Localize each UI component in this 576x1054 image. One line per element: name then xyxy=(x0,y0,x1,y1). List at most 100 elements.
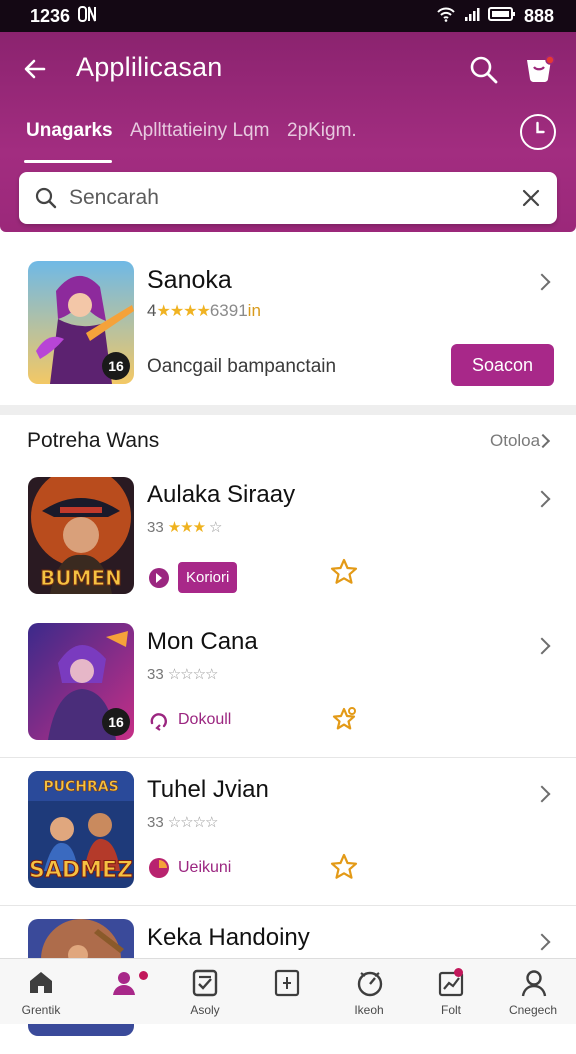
rating-stars-filled: ★★★ xyxy=(167,519,206,536)
page-title: Applilicasan xyxy=(76,52,223,82)
nav-item-home[interactable]: Grentik xyxy=(0,959,82,1025)
thumbnail-text: BUMEN xyxy=(40,566,122,590)
notification-dot xyxy=(139,971,148,980)
age-rating-badge: 16 xyxy=(102,352,130,380)
nav-label: Folt xyxy=(440,1003,461,1017)
chevron-right-icon[interactable] xyxy=(533,490,551,508)
game-action[interactable]: Ueikuni xyxy=(148,857,231,879)
history-button[interactable] xyxy=(520,114,556,150)
tab-unagarks[interactable]: Unagarks xyxy=(26,120,113,142)
category-tabs: Unagarks Apllttatieiny Lqm 2pKigm. xyxy=(0,114,576,164)
status-time: 1236 xyxy=(30,5,71,26)
active-tab-indicator xyxy=(24,160,112,163)
nav-item-stats[interactable]: Folt xyxy=(410,959,492,1025)
top-app-bar: Applilicasan xyxy=(0,32,576,106)
notification-dot xyxy=(454,968,463,977)
people-icon xyxy=(113,972,135,995)
tab-2pkigm[interactable]: 2pKigm. xyxy=(287,120,357,142)
game-action-button[interactable]: Koriori xyxy=(178,562,238,593)
nav-item-gauge[interactable]: Ikeoh xyxy=(328,959,410,1025)
search-icon xyxy=(470,56,498,84)
nav-label: Asoly xyxy=(190,1003,220,1017)
arrow-left-icon xyxy=(24,59,46,79)
thumbnail-top-text: PUCHRAS xyxy=(43,779,118,795)
featured-action-button[interactable]: Soacon xyxy=(451,344,554,386)
tab-apllttatieiny[interactable]: Apllttatieiny Lqm xyxy=(130,120,269,142)
rating-value: 33 xyxy=(147,813,164,831)
game-thumbnail: PUCHRAS SADMEZ xyxy=(28,771,134,888)
section-title: Potreha Wans xyxy=(27,429,160,452)
featured-game-title: Sanoka xyxy=(147,266,232,294)
plus-box-icon xyxy=(274,969,300,997)
rating-stars-empty: ☆ xyxy=(209,519,222,536)
featured-game-card[interactable]: 16 Sanoka 4 ★★★★ 6391in Oancgail bampanc… xyxy=(0,240,576,406)
back-button[interactable] xyxy=(20,54,50,84)
search-button[interactable] xyxy=(468,54,500,86)
nav-item-apply[interactable]: Asoly xyxy=(164,959,246,1025)
game-action-label: Dokoull xyxy=(178,711,232,728)
game-title: Aulaka Siraay xyxy=(147,481,296,508)
game-title: Keka Handoiny xyxy=(147,924,310,951)
status-bar: 1236 888 xyxy=(0,0,576,32)
game-action[interactable]: Dokoull xyxy=(148,709,231,731)
rating-prefix: 4 xyxy=(147,301,157,320)
game-rating: 33 ☆☆☆☆ xyxy=(147,813,219,832)
search-input[interactable] xyxy=(69,172,489,224)
featured-game-thumbnail: 16 xyxy=(28,261,134,384)
age-rating-badge: 16 xyxy=(102,708,130,736)
battery-level: 888 xyxy=(523,5,554,26)
nav-item-people[interactable] xyxy=(83,959,165,1025)
game-title: Mon Cana xyxy=(147,628,258,655)
download-icon xyxy=(150,713,167,731)
notifications-button[interactable] xyxy=(522,52,558,88)
section-see-more-link[interactable]: Otoloa xyxy=(490,431,540,451)
thumbnail-text: SADMEZ xyxy=(29,858,133,883)
search-icon xyxy=(35,187,57,209)
rating-value: 33 xyxy=(147,665,164,683)
game-rating: 33 ★★★ ☆ xyxy=(147,518,223,537)
search-field xyxy=(19,172,557,224)
star-outline-icon[interactable] xyxy=(330,558,358,586)
list-item[interactable]: 16 Mon Cana 33 ☆☆☆☆ Dokoull xyxy=(0,610,576,758)
game-rating: 33 ☆☆☆☆ xyxy=(147,665,219,684)
section-divider xyxy=(0,405,576,415)
shopping-bag-icon xyxy=(527,55,555,82)
nav-label: Ikeoh xyxy=(354,1003,384,1017)
bottom-navigation: Grentik Asoly Ikeoh Folt Cnegech xyxy=(0,958,576,1024)
chevron-right-icon[interactable] xyxy=(533,273,551,291)
nav-label: Cnegech xyxy=(508,1003,558,1017)
game-title: Tuhel Jvian xyxy=(147,776,269,803)
nav-item-add[interactable] xyxy=(246,959,328,1025)
list-item[interactable]: PUCHRAS SADMEZ Tuhel Jvian 33 ☆☆☆☆ Ueiku… xyxy=(0,758,576,906)
game-thumbnail: 16 xyxy=(28,623,134,740)
rating-value: 33 xyxy=(147,518,164,536)
star-edit-icon[interactable] xyxy=(330,705,358,733)
checklist-icon xyxy=(192,969,218,997)
list-item[interactable]: BUMEN Aulaka Siraay 33 ★★★ ☆ Koriori xyxy=(0,463,576,611)
chevron-right-icon[interactable] xyxy=(533,785,551,803)
home-icon xyxy=(30,972,52,993)
rating-count: 6391in xyxy=(209,301,261,320)
nav-label: Grentik xyxy=(21,1003,61,1017)
rating-stars: ★★★★ xyxy=(156,303,210,320)
rating-stars-empty: ☆☆☆☆ xyxy=(167,666,219,683)
gem-icon xyxy=(149,858,169,878)
featured-game-rating: 4 ★★★★ 6391in xyxy=(147,301,261,321)
gauge-icon xyxy=(357,971,383,997)
chevron-right-icon[interactable] xyxy=(533,637,551,655)
wifi-icon xyxy=(436,6,456,27)
star-outline-icon[interactable] xyxy=(330,853,358,881)
play-badge-icon xyxy=(149,567,169,588)
rating-stars-empty: ☆☆☆☆ xyxy=(167,814,219,831)
game-action-label: Ueikuni xyxy=(178,859,232,876)
signal-icon xyxy=(464,6,480,27)
battery-icon xyxy=(487,6,516,27)
profile-icon xyxy=(521,970,547,997)
nav-item-profile[interactable]: Cnegech xyxy=(492,959,574,1025)
section-header: Potreha Wans Otoloa xyxy=(0,415,576,465)
featured-game-subtitle: Oancgail bampanctain xyxy=(147,356,337,377)
game-action: Koriori xyxy=(148,562,238,593)
status-notification-icon xyxy=(78,5,97,27)
close-icon[interactable] xyxy=(521,188,541,208)
chevron-right-icon[interactable] xyxy=(533,933,551,951)
